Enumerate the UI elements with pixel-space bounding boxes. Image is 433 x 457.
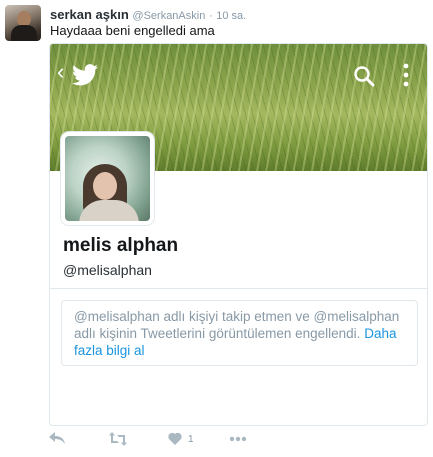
like-button[interactable]: 1 [168,432,204,448]
profile-picture-face [93,172,117,200]
retweet-icon[interactable] [109,432,127,448]
header-separator: · [208,10,213,22]
blocked-notice: @melisalphan adlı kişiyi takip etmen ve … [61,300,418,366]
avatar-body [11,25,37,41]
reply-icon[interactable] [49,432,65,448]
profile-screen-name[interactable]: @melisalphan [63,262,152,278]
back-icon[interactable]: ‹ [57,61,64,83]
twitter-bird-icon [72,64,98,86]
tweet-text: Haydaaa beni engelledi ama [50,23,215,38]
heart-icon [168,432,182,445]
more-vertical-icon[interactable] [402,62,410,88]
profile-picture[interactable] [61,132,154,225]
tweet-time[interactable]: 10 sa. [216,10,246,22]
profile-display-name[interactable]: melis alphan [63,235,178,257]
search-icon[interactable] [353,65,375,87]
like-count: 1 [188,434,194,445]
card-divider [50,288,427,289]
author-avatar[interactable] [5,5,41,41]
author-name[interactable]: serkan aşkın [50,7,129,22]
tweet-header: serkan aşkın @SerkanAskin · 10 sa. [50,8,246,23]
profile-card: ‹ melis alphan @melisalphan @melisalphan… [49,43,428,426]
tweet: serkan aşkın @SerkanAskin · 10 sa. Hayda… [0,0,433,457]
blocked-notice-text: @melisalphan adlı kişiyi takip etmen ve … [74,309,400,341]
profile-picture-shoulders [79,200,139,221]
tweet-actions: 1 [0,430,433,450]
more-horizontal-icon[interactable] [229,432,247,448]
author-handle[interactable]: @SerkanAskin [132,10,205,22]
